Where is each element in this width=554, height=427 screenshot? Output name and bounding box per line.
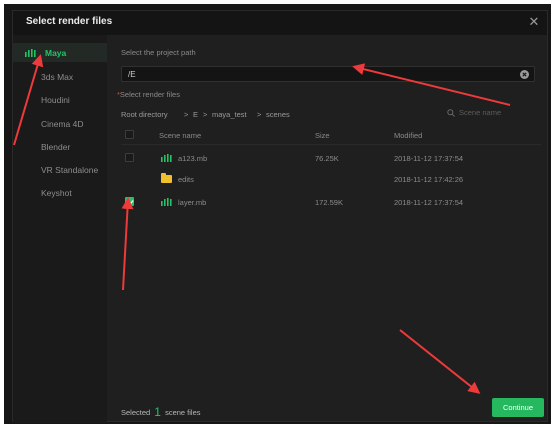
scene-search-input[interactable] [459, 106, 535, 119]
sidebar-item-houdini[interactable]: Houdini [13, 90, 107, 109]
table-row[interactable]: layer.mb 172.59K 2018-11-12 17:37:54 [121, 191, 541, 211]
close-icon[interactable]: ✕ [527, 15, 541, 29]
scene-search[interactable] [447, 106, 537, 120]
table-row[interactable]: a123.mb 76.25K 2018-11-12 17:37:54 [121, 147, 541, 167]
sidebar-item-vr-standalone[interactable]: VR Standalone [13, 160, 107, 179]
breadcrumb-separator: > [184, 110, 189, 119]
file-modified: 2018-11-12 17:37:54 [394, 198, 464, 207]
sidebar-item-label: Cinema 4D [41, 119, 84, 129]
folder-icon [161, 173, 172, 183]
row-checkbox[interactable] [125, 153, 134, 162]
breadcrumb-root[interactable]: Root directory [121, 110, 168, 119]
sidebar-item-label: 3ds Max [41, 72, 74, 82]
file-modified: 2018-11-12 17:42:26 [394, 175, 464, 184]
sidebar-item-label: Blender [41, 142, 71, 152]
column-size: Size [315, 131, 330, 140]
sidebar-item-maya[interactable]: Maya [13, 43, 107, 62]
continue-button[interactable]: Continue [492, 398, 544, 417]
maya-file-icon [161, 154, 172, 162]
column-scene-name: Scene name [159, 131, 202, 140]
sidebar-item-3ds-max[interactable]: 3ds Max [13, 67, 107, 86]
sidebar-item-label: Keyshot [41, 188, 72, 198]
table-row[interactable]: edits 2018-11-12 17:42:26 [121, 168, 541, 188]
breadcrumb-separator: > [203, 110, 208, 119]
file-size: 76.25K [315, 154, 339, 163]
selected-count: 1 [154, 405, 161, 419]
selection-summary: Selected 1 scene files [121, 404, 201, 419]
file-name[interactable]: a123.mb [178, 154, 207, 163]
table-header: Scene name Size Modified [121, 123, 541, 145]
selected-prefix: Selected [121, 408, 151, 417]
sidebar-item-label: VR Standalone [41, 165, 99, 175]
render-files-label-text: Select render files [119, 90, 180, 99]
sidebar-item-cinema-4d[interactable]: Cinema 4D [13, 114, 107, 133]
file-name[interactable]: layer.mb [178, 198, 206, 207]
file-modified: 2018-11-12 17:37:54 [394, 154, 464, 163]
dialog-title: Select render files [26, 16, 113, 27]
breadcrumb-separator: > [257, 110, 262, 119]
row-checkbox-checked[interactable] [125, 197, 134, 206]
breadcrumb-e[interactable]: E [193, 110, 198, 119]
maya-logo-icon [25, 49, 36, 57]
checkmark-icon [127, 200, 134, 206]
breadcrumb-scenes[interactable]: scenes [266, 110, 290, 119]
selected-suffix: scene files [165, 408, 201, 417]
file-size: 172.59K [315, 198, 343, 207]
main-panel: Select the project path *Select render f… [107, 35, 549, 423]
screenshot-frame: Select render files ✕ Maya 3ds Max Houdi… [4, 4, 551, 424]
maya-file-icon [161, 198, 172, 206]
project-path-label: Select the project path [121, 48, 196, 57]
folder-name[interactable]: edits [178, 175, 194, 184]
sidebar-item-label: Maya [45, 48, 67, 58]
column-modified: Modified [394, 131, 423, 140]
search-icon [447, 109, 455, 117]
sidebar-item-keyshot[interactable]: Keyshot [13, 183, 107, 202]
clear-icon[interactable] [520, 70, 529, 79]
sidebar-item-label: Houdini [41, 95, 70, 105]
breadcrumb-maya-test[interactable]: maya_test [212, 110, 247, 119]
select-render-files-dialog: Select render files ✕ Maya 3ds Max Houdi… [12, 10, 549, 423]
render-files-label: *Select render files [117, 90, 180, 99]
software-sidebar: Maya 3ds Max Houdini Cinema 4D Blender V… [13, 35, 107, 423]
project-path-field[interactable] [121, 66, 535, 82]
select-all-checkbox[interactable] [125, 130, 134, 139]
project-path-input[interactable] [128, 68, 508, 80]
title-bar: Select render files ✕ [13, 11, 547, 35]
sidebar-item-blender[interactable]: Blender [13, 137, 107, 156]
